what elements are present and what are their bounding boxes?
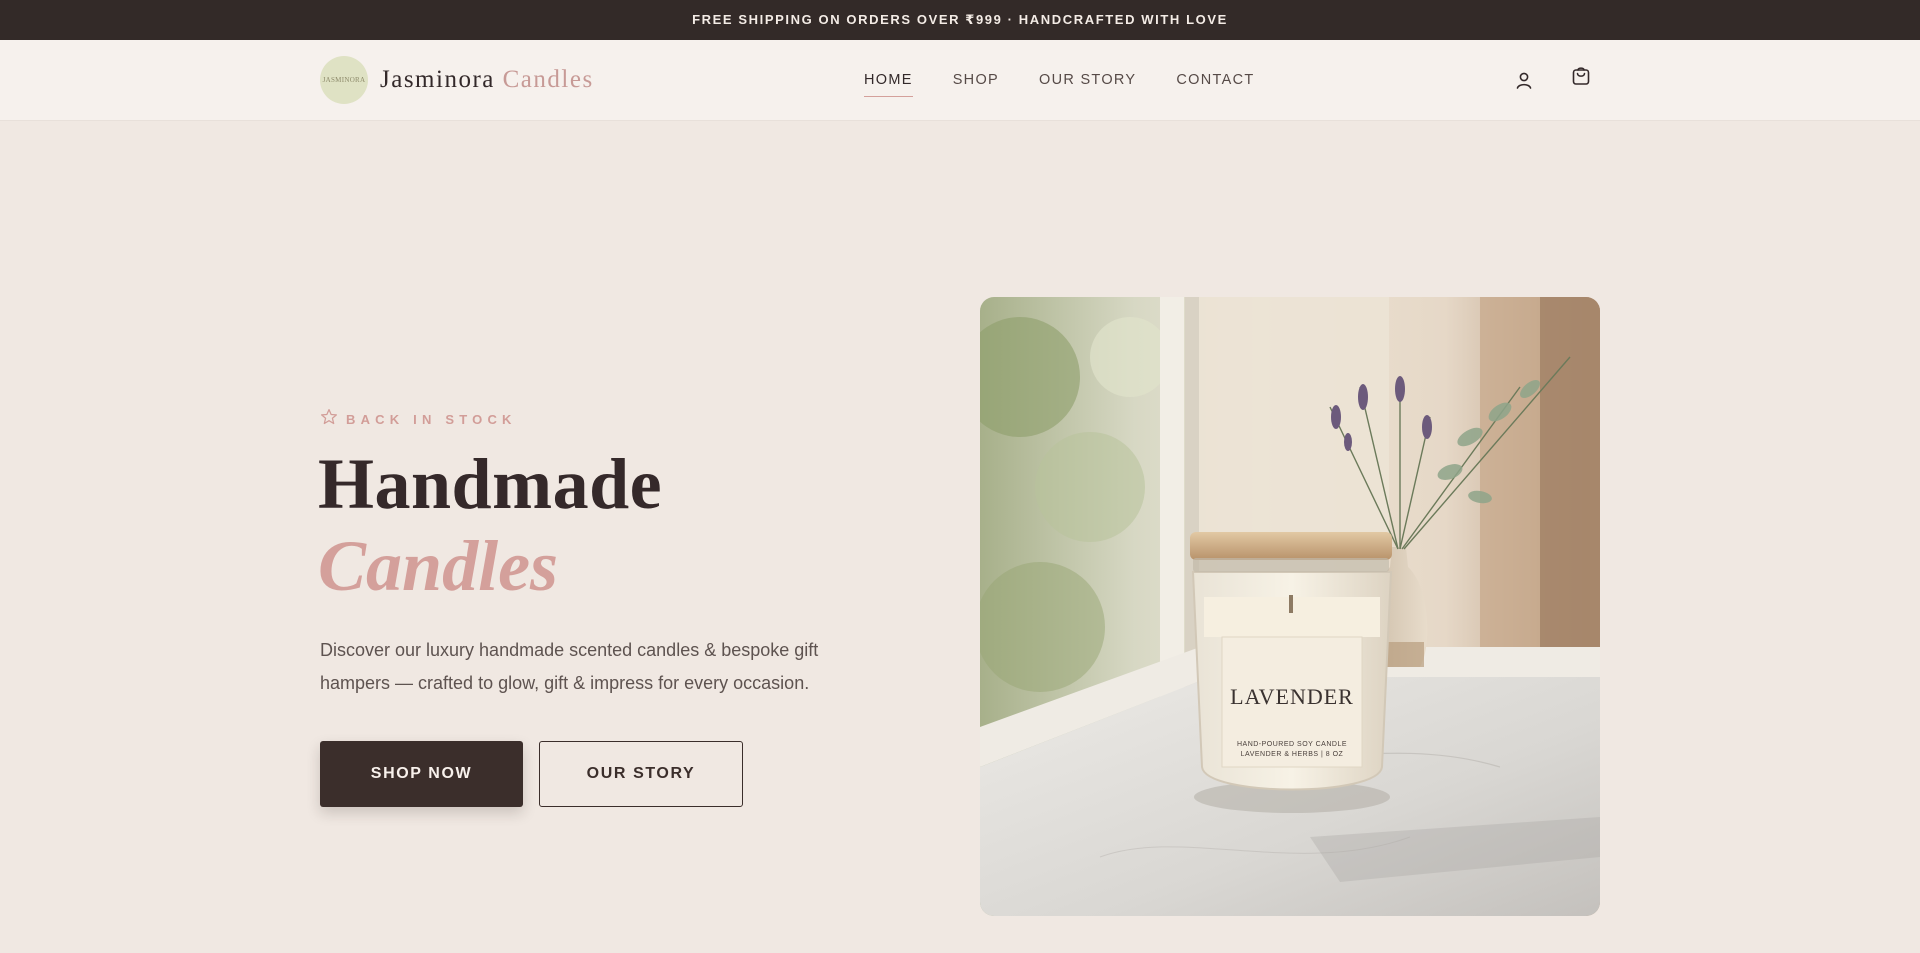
nav-home[interactable]: HOME bbox=[864, 72, 913, 97]
brand-name: Jasminora Candles bbox=[380, 66, 594, 94]
user-icon[interactable] bbox=[1510, 66, 1538, 94]
logo-link[interactable]: JASMINORA Jasminora Candles bbox=[320, 55, 594, 105]
site-header: JASMINORA Jasminora Candles HOME SHOP OU… bbox=[0, 40, 1920, 120]
our-story-button[interactable]: OUR STORY bbox=[539, 741, 743, 807]
badge-text: BACK IN STOCK bbox=[346, 412, 517, 427]
nav-our-story[interactable]: OUR STORY bbox=[1039, 72, 1136, 88]
candle-label-main: LAVENDER bbox=[1230, 684, 1354, 709]
page: FREE SHIPPING ON ORDERS OVER ₹999 · HAND… bbox=[0, 0, 1920, 953]
shopping-bag-icon[interactable] bbox=[1567, 62, 1595, 90]
candle-label-sub2: LAVENDER & HERBS | 8 OZ bbox=[1241, 751, 1344, 758]
announcement-text: FREE SHIPPING ON ORDERS OVER ₹999 · HAND… bbox=[692, 12, 1228, 27]
logo-badge: JASMINORA bbox=[320, 56, 368, 104]
back-in-stock-badge: BACK IN STOCK bbox=[320, 408, 517, 431]
main-nav: HOME SHOP OUR STORY CONTACT bbox=[864, 40, 1255, 120]
brand-name-main: Jasminora bbox=[380, 66, 495, 93]
nav-shop[interactable]: SHOP bbox=[953, 72, 999, 88]
candle-label-sub1: HAND-POURED SOY CANDLE bbox=[1237, 741, 1347, 748]
hero-title-line1: Handmade bbox=[318, 444, 663, 524]
hero-description: Discover our luxury handmade scented can… bbox=[320, 640, 819, 693]
hero-title-line2: Candles bbox=[318, 526, 559, 606]
star-icon bbox=[320, 408, 338, 431]
nav-contact[interactable]: CONTACT bbox=[1176, 72, 1254, 88]
hero-candle-image: LAVENDER HAND-POURED SOY CANDLE LAVENDER… bbox=[980, 297, 1600, 916]
announcement-bar: FREE SHIPPING ON ORDERS OVER ₹999 · HAND… bbox=[0, 0, 1920, 40]
brand-name-accent: Candles bbox=[502, 66, 594, 93]
shop-now-button[interactable]: SHOP NOW bbox=[320, 741, 523, 807]
